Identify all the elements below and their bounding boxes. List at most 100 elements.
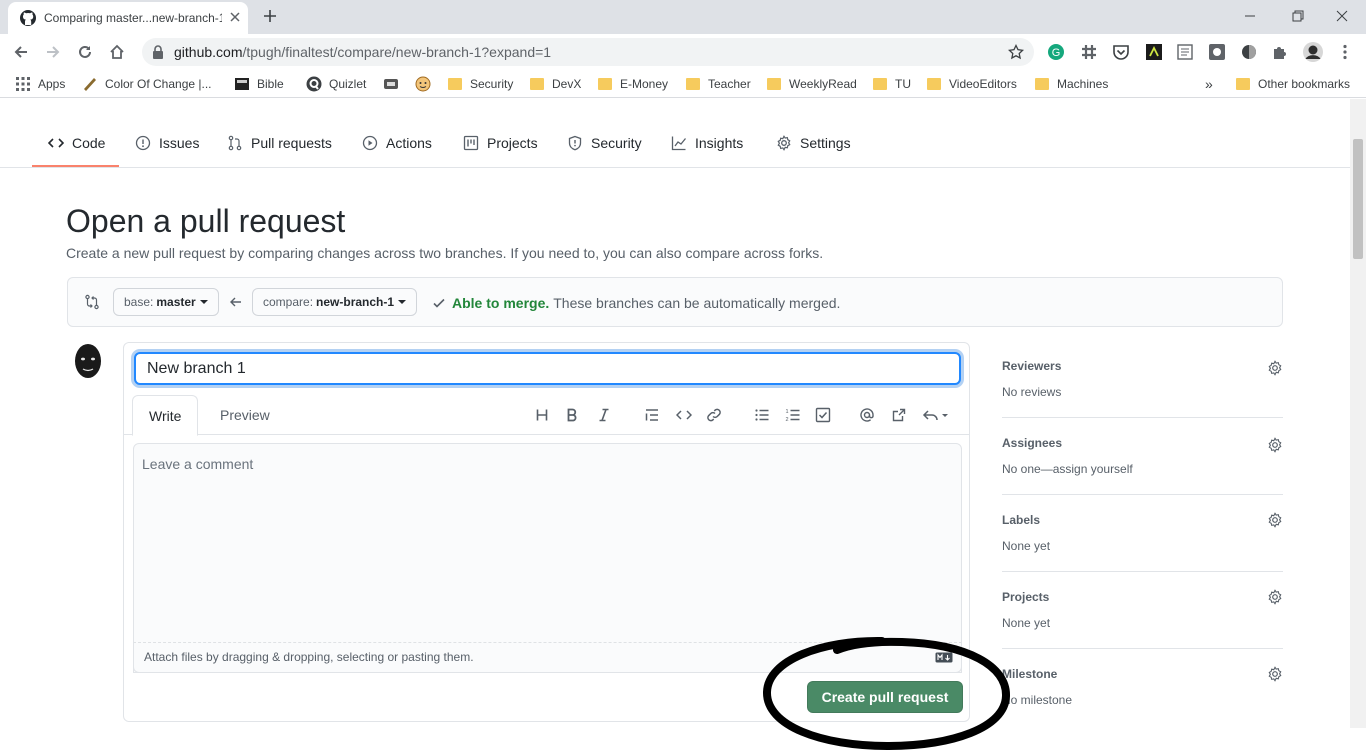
bookmark-icon-only-2[interactable] <box>415 76 431 92</box>
gear-icon[interactable] <box>1267 666 1283 682</box>
bookmark-folder-security[interactable]: Security <box>448 76 513 92</box>
url-text: github.com/tpugh/finaltest/compare/new-b… <box>174 44 552 60</box>
merge-status: Able to merge. These branches can be aut… <box>432 295 840 311</box>
more-bookmarks-button[interactable]: » <box>1205 76 1213 92</box>
sidebar-reviewers: Reviewers No reviews <box>1002 359 1283 418</box>
bookmark-folder-videoeditors[interactable]: VideoEditors <box>927 76 1017 92</box>
pr-title-input[interactable] <box>134 352 961 385</box>
folder-icon <box>598 78 612 90</box>
link-icon[interactable] <box>706 407 722 423</box>
close-window-icon[interactable] <box>1334 8 1350 24</box>
grammarly-icon[interactable]: G <box>1047 43 1065 61</box>
bookmark-bible[interactable]: Bible <box>234 76 284 92</box>
page-title: Open a pull request <box>66 203 346 239</box>
page-scrollbar[interactable] <box>1350 99 1366 728</box>
gear-icon[interactable] <box>1267 589 1283 605</box>
extensions-puzzle-icon[interactable] <box>1271 43 1289 61</box>
pocket-icon[interactable] <box>1112 43 1130 61</box>
tab-preview[interactable]: Preview <box>204 395 286 435</box>
tab-projects[interactable]: Projects <box>463 133 538 153</box>
pull-request-icon <box>228 135 242 151</box>
forward-icon[interactable] <box>44 43 62 61</box>
sidebar-milestone: Milestone No milestone <box>1002 666 1283 707</box>
chevron-down-icon <box>398 300 407 304</box>
bookmark-other[interactable]: Other bookmarks <box>1236 76 1350 92</box>
mention-icon[interactable] <box>859 407 875 423</box>
heading-icon[interactable] <box>534 407 550 423</box>
bold-icon[interactable] <box>564 407 580 423</box>
project-icon <box>463 135 479 151</box>
reload-icon[interactable] <box>76 43 94 61</box>
reader-icon[interactable] <box>1176 43 1194 61</box>
profile-avatar-icon[interactable] <box>1302 41 1324 63</box>
arrow-left-icon <box>230 297 241 307</box>
bookmark-folder-e-money[interactable]: E-Money <box>598 76 668 92</box>
github-icon <box>20 10 36 26</box>
lock-icon[interactable] <box>152 45 164 59</box>
bookmark-folder-tu[interactable]: TU <box>873 76 911 92</box>
back-icon[interactable] <box>12 43 30 61</box>
italic-icon[interactable] <box>596 407 612 423</box>
bookmark-folder-teacher[interactable]: Teacher <box>686 76 751 92</box>
annotation-ellipse <box>762 636 1011 751</box>
gear-icon[interactable] <box>1267 512 1283 528</box>
graph-icon <box>671 136 687 151</box>
tab-write[interactable]: Write <box>132 395 199 436</box>
bookmark-star-icon[interactable] <box>1008 44 1024 60</box>
quote-icon[interactable] <box>644 407 660 423</box>
scrollbar-thumb[interactable] <box>1353 139 1363 259</box>
folder-icon <box>927 78 941 90</box>
bookmark-quizlet[interactable]: Quizlet <box>306 76 366 92</box>
code-icon[interactable] <box>676 407 692 423</box>
extension-square-icon[interactable] <box>1208 43 1226 61</box>
tab-insights[interactable]: Insights <box>671 133 743 153</box>
tab-issues[interactable]: Issues <box>135 133 199 153</box>
extension-dark-icon[interactable] <box>1145 43 1163 61</box>
bookmark-folder-weeklyread[interactable]: WeeklyRead <box>767 76 857 92</box>
restore-icon[interactable] <box>1290 8 1306 24</box>
tab-actions[interactable]: Actions <box>362 133 432 153</box>
gear-icon[interactable] <box>1267 437 1283 453</box>
bookmark-icon-only-1[interactable] <box>383 76 399 92</box>
comment-placeholder: Leave a comment <box>142 456 254 472</box>
slack-icon[interactable] <box>1080 43 1098 61</box>
folder-icon <box>767 78 781 90</box>
tab-code[interactable]: Code <box>48 133 105 153</box>
reply-icon[interactable] <box>922 407 950 423</box>
browser-tab-strip: Comparing master...new-branch-1 <box>0 0 1366 34</box>
new-tab-icon[interactable] <box>262 8 278 24</box>
sidebar-value: No milestone <box>1002 693 1073 707</box>
address-bar[interactable]: github.com/tpugh/finaltest/compare/new-b… <box>142 38 1034 66</box>
folder-icon <box>448 78 462 90</box>
cross-reference-icon[interactable] <box>891 407 907 423</box>
folder-icon <box>530 78 544 90</box>
base-branch-select[interactable]: base: master <box>113 288 219 316</box>
browser-menu-icon[interactable] <box>1336 43 1354 61</box>
tab-security[interactable]: Security <box>567 133 642 153</box>
repo-nav: Code Issues Pull requests Actions Projec… <box>0 99 1350 168</box>
minimize-icon[interactable] <box>1242 8 1258 24</box>
bookmark-folder-machines[interactable]: Machines <box>1035 76 1108 92</box>
assign-yourself-link[interactable]: No one—assign yourself <box>1002 462 1283 476</box>
user-avatar <box>75 344 101 378</box>
task-list-icon[interactable] <box>815 407 831 423</box>
bookmark-apps[interactable]: Apps <box>16 76 65 92</box>
bookmark-color-of-change[interactable]: Color Of Change |... <box>82 76 212 92</box>
numbered-list-icon[interactable]: 12 <box>785 407 801 423</box>
bulleted-list-icon[interactable] <box>754 407 770 423</box>
tab-settings[interactable]: Settings <box>776 133 851 153</box>
close-tab-icon[interactable] <box>228 10 242 24</box>
extension-circle-icon[interactable] <box>1240 43 1258 61</box>
sidebar-assignees: Assignees No one—assign yourself <box>1002 436 1283 495</box>
sidebar-heading: Assignees <box>1002 436 1063 450</box>
svg-text:2: 2 <box>786 417 789 423</box>
bookmark-folder-devx[interactable]: DevX <box>530 76 581 92</box>
home-icon[interactable] <box>108 43 126 61</box>
browser-tab[interactable]: Comparing master...new-branch-1 <box>8 2 248 34</box>
sidebar-heading: Labels <box>1002 513 1041 527</box>
gear-icon[interactable] <box>1267 360 1283 376</box>
compare-branch-select[interactable]: compare: new-branch-1 <box>252 288 418 316</box>
check-icon <box>433 298 445 308</box>
tab-pull-requests[interactable]: Pull requests <box>227 133 332 153</box>
play-icon <box>362 135 378 151</box>
